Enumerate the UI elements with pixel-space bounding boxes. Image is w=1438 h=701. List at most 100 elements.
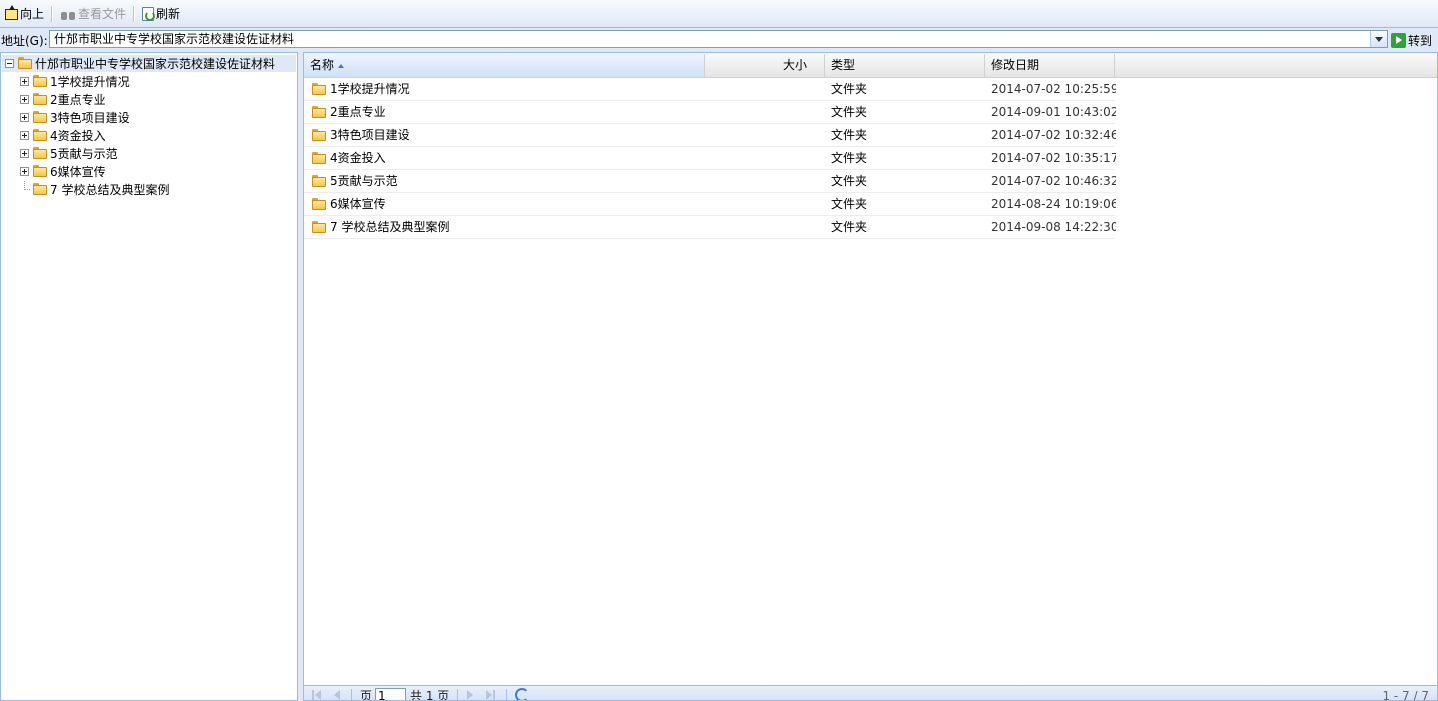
- toolbar-separator: [51, 5, 54, 22]
- refresh-icon[interactable]: [515, 688, 529, 700]
- cell-type: 文件夹: [831, 82, 868, 96]
- table-row[interactable]: 4资金投入 文件夹 2014-07-02 10:35:17: [304, 147, 1116, 170]
- cell-type: 文件夹: [831, 220, 868, 234]
- tree-node-label: 6媒体宣传: [50, 165, 106, 179]
- cell-name: 2重点专业: [311, 101, 701, 123]
- folder-icon: [32, 183, 48, 196]
- folder-icon: [311, 105, 327, 119]
- expand-icon[interactable]: [20, 113, 29, 122]
- file-name: 2重点专业: [330, 105, 386, 119]
- cell-modified: 2014-09-01 10:43:02: [991, 105, 1116, 119]
- table-row[interactable]: 2重点专业 文件夹 2014-09-01 10:43:02: [304, 101, 1116, 124]
- cell-modified: 2014-07-02 10:35:17: [991, 151, 1116, 165]
- view-file-button[interactable]: 查看文件: [57, 3, 129, 25]
- folder-icon: [32, 93, 48, 106]
- up-button[interactable]: 向上: [2, 3, 47, 25]
- total-pages-label: 共 1 页: [410, 689, 450, 701]
- tree-node-label: 7 学校总结及典型案例: [50, 183, 170, 197]
- toolbar: 向上 查看文件 刷新: [0, 0, 1438, 28]
- paging-separator: [351, 689, 352, 700]
- refresh-button[interactable]: 刷新: [139, 3, 183, 25]
- tree-node[interactable]: 6媒体宣传: [20, 163, 106, 180]
- expand-icon[interactable]: [20, 95, 29, 104]
- expand-icon[interactable]: [20, 167, 29, 176]
- cell-type: 文件夹: [831, 105, 868, 119]
- folder-icon: [311, 220, 327, 234]
- expand-icon[interactable]: [20, 131, 29, 140]
- cell-type: 文件夹: [831, 151, 868, 165]
- table-row[interactable]: 1学校提升情况 文件夹 2014-07-02 10:25:59: [304, 78, 1116, 101]
- paging-info: 1 - 7 / 7: [1382, 689, 1429, 701]
- tree-node-label: 5贡献与示范: [50, 147, 118, 161]
- folder-icon: [32, 111, 48, 124]
- column-header-size[interactable]: 大小: [705, 54, 825, 77]
- tree-node-label: 1学校提升情况: [50, 75, 130, 89]
- tree-node-label: 什邡市职业中专学校国家示范校建设佐证材料: [35, 57, 276, 71]
- table-row[interactable]: 6媒体宣传 文件夹 2014-08-24 10:19:06: [304, 193, 1116, 216]
- address-label: 地址(G):: [1, 34, 48, 48]
- view-file-button-label: 查看文件: [78, 7, 127, 21]
- tree-node[interactable]: 2重点专业: [20, 91, 106, 108]
- file-name: 4资金投入: [330, 151, 386, 165]
- cell-modified: 2014-07-02 10:25:59: [991, 82, 1116, 96]
- collapse-icon[interactable]: [5, 59, 14, 68]
- cell-name: 7 学校总结及典型案例: [311, 216, 701, 238]
- table-row[interactable]: 7 学校总结及典型案例 文件夹 2014-09-08 14:22:30: [304, 216, 1116, 239]
- goto-button[interactable]: 转到: [1391, 31, 1432, 49]
- expand-icon[interactable]: [20, 77, 29, 86]
- tree-node[interactable]: 3特色项目建设: [20, 109, 130, 126]
- tree-node-label: 2重点专业: [50, 93, 106, 107]
- address-input[interactable]: 什邡市职业中专学校国家示范校建设佐证材料: [54, 32, 1364, 47]
- refresh-icon: [142, 6, 156, 21]
- last-page-icon[interactable]: [484, 689, 496, 700]
- tree-node[interactable]: 4资金投入: [20, 127, 106, 144]
- go-arrow-icon: [1391, 32, 1406, 48]
- column-header-type[interactable]: 类型: [825, 54, 985, 77]
- expand-icon[interactable]: [20, 149, 29, 158]
- cell-modified: 2014-08-24 10:19:06: [991, 197, 1116, 211]
- paging-separator: [457, 689, 458, 700]
- cell-name: 3特色项目建设: [311, 124, 701, 146]
- next-page-icon[interactable]: [464, 689, 476, 700]
- cell-name: 1学校提升情况: [311, 78, 701, 100]
- paging-separator: [506, 689, 507, 700]
- cell-name: 5贡献与示范: [311, 170, 701, 192]
- prev-page-icon[interactable]: [331, 689, 343, 700]
- binoculars-icon: [60, 9, 76, 21]
- up-button-label: 向上: [20, 7, 45, 21]
- table-row[interactable]: 3特色项目建设 文件夹 2014-07-02 10:32:46: [304, 124, 1116, 147]
- folder-icon: [32, 75, 48, 88]
- first-page-icon[interactable]: [311, 689, 323, 700]
- paging-toolbar: 页 1 共 1 页 1 - 7 / 7: [304, 685, 1437, 701]
- tree-node-root[interactable]: 什邡市职业中专学校国家示范校建设佐证材料: [2, 55, 296, 72]
- table-row[interactable]: 5贡献与示范 文件夹 2014-07-02 10:46:32: [304, 170, 1116, 193]
- address-combobox[interactable]: 什邡市职业中专学校国家示范校建设佐证材料: [49, 30, 1388, 48]
- folder-icon: [32, 129, 48, 142]
- refresh-button-label: 刷新: [156, 7, 181, 21]
- column-header-label: 修改日期: [991, 58, 1040, 72]
- page-number-input[interactable]: 1: [375, 688, 406, 700]
- tree-node[interactable]: 1学校提升情况: [20, 73, 130, 90]
- cell-modified: 2014-07-02 10:46:32: [991, 174, 1116, 188]
- cell-name: 6媒体宣传: [311, 193, 701, 215]
- column-header-name[interactable]: 名称: [304, 54, 705, 77]
- chevron-down-icon[interactable]: [1370, 31, 1387, 47]
- tree-node-label: 4资金投入: [50, 129, 106, 143]
- tree-connector: [20, 181, 30, 198]
- file-name: 5贡献与示范: [330, 174, 398, 188]
- cell-modified: 2014-07-02 10:32:46: [991, 128, 1116, 142]
- sort-ascending-icon: [338, 63, 345, 68]
- file-name: 6媒体宣传: [330, 197, 386, 211]
- file-name: 1学校提升情况: [330, 82, 410, 96]
- folder-icon: [311, 82, 327, 96]
- tree-node[interactable]: 7 学校总结及典型案例: [20, 181, 169, 198]
- column-header-modified[interactable]: 修改日期: [985, 54, 1115, 77]
- page-label: 页: [360, 689, 373, 701]
- tree-node[interactable]: 5贡献与示范: [20, 145, 118, 162]
- folder-icon: [311, 174, 327, 188]
- folder-open-icon: [17, 57, 33, 70]
- cell-type: 文件夹: [831, 197, 868, 211]
- column-header-label: 大小: [782, 58, 807, 72]
- file-name: 7 学校总结及典型案例: [330, 220, 450, 234]
- cell-type: 文件夹: [831, 128, 868, 142]
